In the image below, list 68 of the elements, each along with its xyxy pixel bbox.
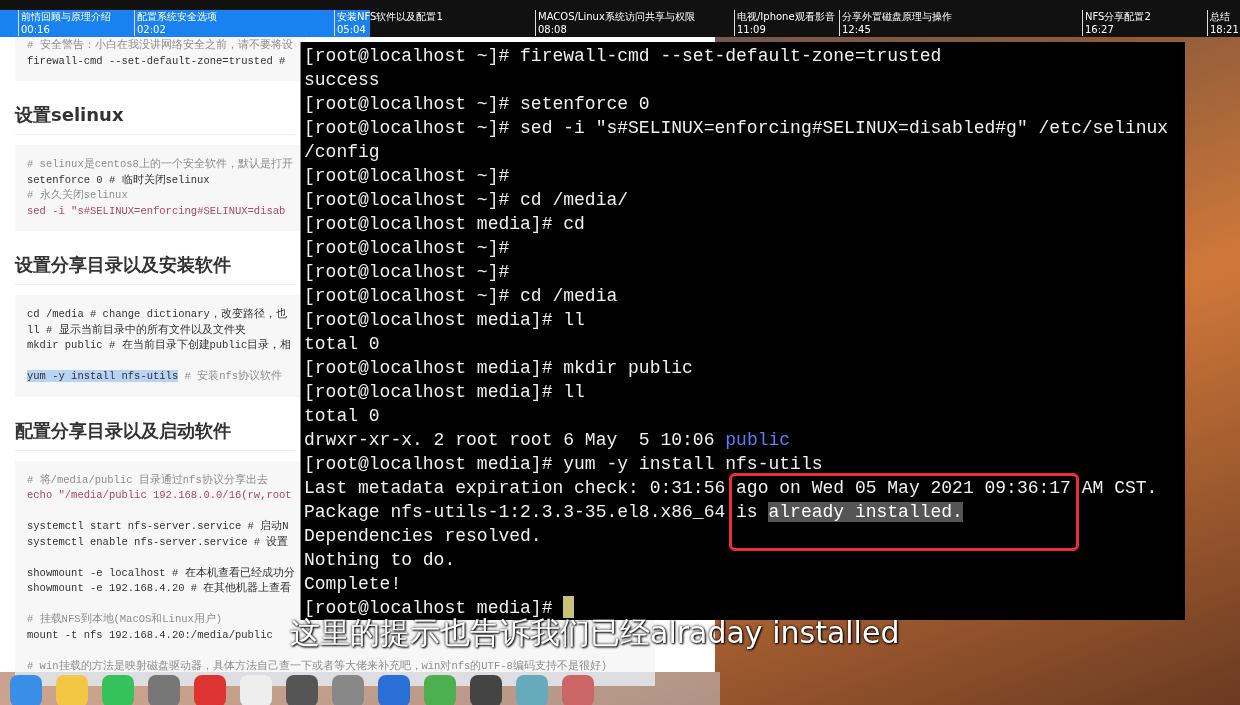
code-line: systemctl enable nfs-server.service # 设置	[27, 534, 289, 550]
code-line: showmount -e localhost # 在本机查看已经成功分	[27, 565, 295, 581]
terminal-line: [root@localhost media]# mkdir public	[304, 357, 693, 380]
chapter-time: 16:27	[1085, 23, 1115, 36]
chapter-time: 18:21	[1210, 23, 1239, 36]
section-heading: 设置分享目录以及安装软件	[15, 251, 295, 285]
code-comment: # 安装nfs协议软件	[183, 370, 283, 382]
chapter-title[interactable]: 分享外置磁盘原理与操作	[842, 10, 952, 23]
terminal-line: total 0	[304, 333, 380, 356]
app-icon[interactable]	[378, 675, 410, 705]
code-line: cd /media # change dictionary，改变路径，也	[27, 307, 287, 322]
code-line: # 永久关闭selinux	[27, 188, 128, 203]
code-line: mkdir public # 在当前目录下创建public目录，相	[27, 338, 292, 353]
terminal-line: [root@localhost ~]#	[304, 165, 510, 188]
code-line: # 将/media/public 目录通过nfs协议分享出去	[27, 472, 268, 488]
terminal-line: [root@localhost media]# ll	[304, 381, 585, 404]
app-icon[interactable]	[194, 675, 226, 705]
code-line: # win挂载的方法是映射磁盘驱动器，具体方法自己查一下或者等大佬来补充吧，win对nfs的UTF-8编码支持不是很好)	[27, 658, 608, 674]
terminal-line: [root@localhost ~]#	[304, 237, 510, 260]
terminal-line: /config	[304, 141, 380, 164]
terminal-line: [root@localhost media]# yum -y install nfs-utils	[304, 453, 823, 476]
terminal-line: Package nfs-utils-1:2.3.3-35.el8.x86_64 is already installed.	[304, 501, 963, 524]
terminal-line: Last metadata expiration check: 0:31:56 ago on Wed 05 May 2021 09:36:17 AM CST.	[304, 477, 1158, 500]
terminal-line: success	[304, 69, 380, 92]
code-line: setenforce 0 # 临时关闭selinux	[27, 172, 210, 188]
app-icon[interactable]	[562, 675, 594, 705]
terminal-line: [root@localhost ~]# firewall-cmd --set-default-zone=trusted	[304, 45, 942, 68]
chapter-time: 05:04	[337, 23, 367, 36]
terminal-line: [root@localhost ~]# cd /media/	[304, 189, 629, 212]
section-heading: 配置分享目录以及启动软件	[15, 416, 295, 451]
chapter-title[interactable]: 前情回顾与原理介绍	[21, 10, 111, 23]
terminal-line: drwxr-xr-x. 2 root root 6 May 5 10:06 public	[304, 429, 791, 452]
app-icon[interactable]	[470, 675, 502, 705]
chapter-title[interactable]: 总结	[1210, 10, 1239, 23]
directory-name: public	[725, 430, 791, 450]
chapter-title[interactable]: 配置系统安全选项	[137, 10, 217, 23]
code-line: showmount -e 192.168.4.20 # 在其他机器上查看	[27, 581, 292, 596]
chapter-time: 08:08	[538, 23, 568, 36]
code-line: echo "/media/public 192.168.0.0/16(rw,root	[27, 488, 292, 503]
chapter-time: 02:02	[137, 23, 167, 36]
code-line: # selinux是centos8上的一个安全软件，默认是打开	[27, 157, 293, 172]
chapter-time: 11:09	[737, 23, 767, 36]
code-line: # 安全警告：小白在我没讲网络安全之前，请不要将设	[27, 38, 293, 53]
code-line: firewall-cmd --set-default-zone=trusted #	[27, 53, 286, 69]
chapter-title[interactable]: MACOS/Linux系统访问共享与权限	[538, 10, 695, 23]
terminal-line: Nothing to do.	[304, 549, 456, 572]
terminal-line: [root@localhost ~]# setenforce 0	[304, 93, 650, 116]
terminal-line: [root@localhost ~]# cd /media	[304, 285, 618, 308]
code-line: ll # 显示当前目录中的所有文件以及文件夹	[27, 322, 246, 338]
terminal-line: Dependencies resolved.	[304, 525, 542, 548]
chapter-time: 12:45	[842, 23, 872, 36]
code-line: mount -t nfs 192.168.4.20:/media/public	[27, 627, 273, 643]
chapter-time: 00:16	[21, 23, 51, 36]
chapter-title[interactable]: NFS分享配置2	[1085, 10, 1151, 23]
terminal-line: Complete!	[304, 573, 402, 596]
app-icon[interactable]	[286, 675, 318, 705]
chapter-title[interactable]: 电视/Iphone观看影音	[737, 10, 835, 23]
terminal-line: total 0	[304, 405, 380, 428]
app-icon[interactable]	[148, 675, 180, 705]
terminal-line: [root@localhost media]# ll	[304, 309, 585, 332]
terminal-line: [root@localhost ~]# sed -i "s#SELINUX=enforcing#SELINUX=disabled#g" /etc/selinux	[304, 117, 1169, 140]
section-heading: 设置selinux	[15, 101, 295, 135]
code-line: # 挂载NFS到本地(MacOS和Linux用户)	[27, 612, 223, 627]
code-line: systemctl start nfs-server.service # 启动N	[27, 519, 289, 534]
terminal-line: [root@localhost media]# cd	[304, 213, 585, 236]
code-line: sed -i "s#SELINUX=enforcing#SELINUX=disab	[27, 203, 286, 219]
selected-text: already installed.	[768, 502, 963, 522]
terminal-line: [root@localhost ~]#	[304, 261, 510, 284]
